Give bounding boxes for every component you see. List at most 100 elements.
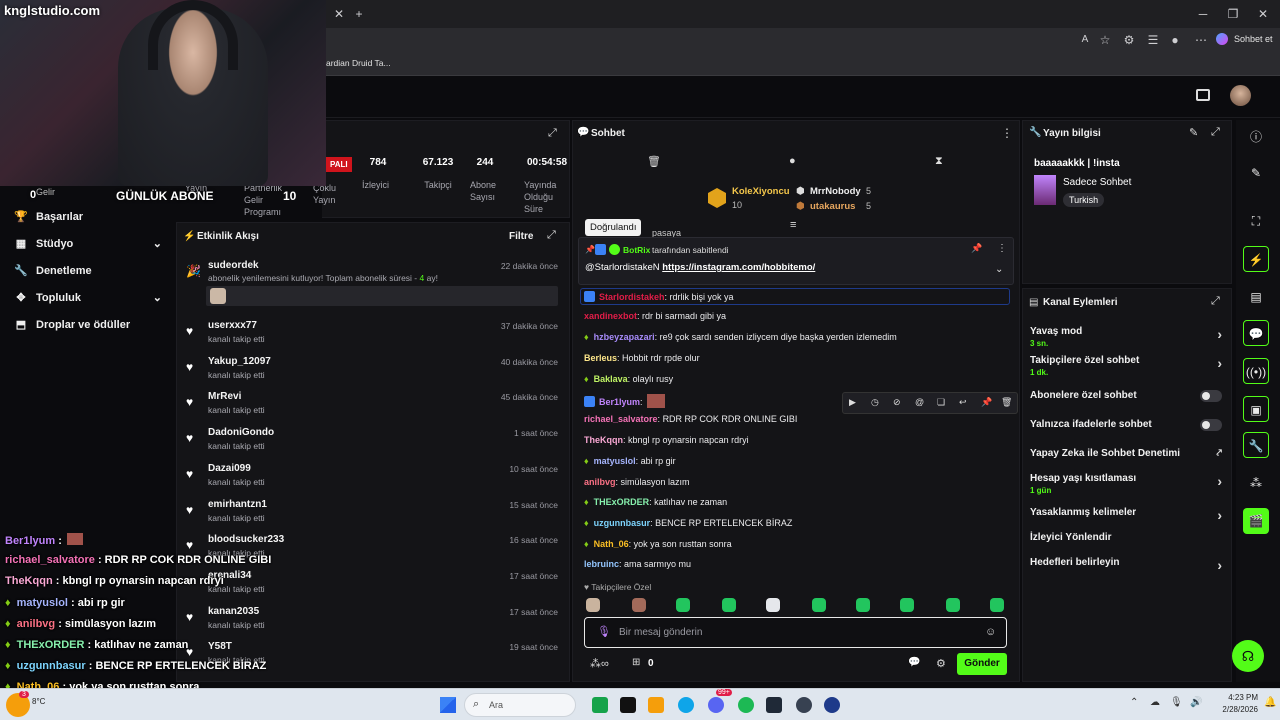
activity-user[interactable]: kanan2035 xyxy=(208,606,259,617)
channel-action-item[interactable]: Yasaklanmış kelimeler › xyxy=(1030,507,1226,523)
restore-icon[interactable]: ❐ xyxy=(1222,4,1244,24)
chat-username[interactable]: xandinexbot xyxy=(584,311,637,321)
chat-username[interactable]: matyuslol xyxy=(594,456,636,466)
sidebar-item-achievements[interactable]: 🏆 Başarılar xyxy=(14,210,83,224)
menu-lines-icon[interactable]: ≡ xyxy=(790,219,796,231)
emote-icon[interactable] xyxy=(766,598,780,612)
chat-message[interactable]: richael_salvatore: RDR RP COK RDR ONLINE… xyxy=(584,414,797,424)
chat-username[interactable]: TheKqqn xyxy=(584,435,623,445)
channel-action-item[interactable]: İzleyici Yönlendir xyxy=(1030,532,1226,543)
chat-mode-icon[interactable]: ● xyxy=(789,155,796,167)
activity-user[interactable]: emirhantzn1 xyxy=(208,499,267,510)
emote-icon[interactable] xyxy=(856,598,870,612)
emote-icon[interactable] xyxy=(900,598,914,612)
unpin-icon[interactable]: 📌 xyxy=(971,243,982,254)
settings-gear-icon[interactable]: ⚙ xyxy=(936,657,946,670)
trash-icon[interactable]: 🗑 xyxy=(647,155,661,168)
popout-icon[interactable]: ⤢ xyxy=(548,127,557,140)
discord-icon[interactable] xyxy=(708,697,724,713)
chat-message[interactable]: ♦ Nath_06: yok ya son rusttan sonra xyxy=(584,539,732,549)
emote-icon[interactable] xyxy=(586,598,600,612)
community-icon[interactable]: ⁂ xyxy=(1243,470,1269,496)
extensions-icon[interactable]: ⚙ xyxy=(1118,30,1140,50)
chat-username[interactable]: hzbeyzapazari xyxy=(594,332,655,342)
popout-icon[interactable]: ⤢ xyxy=(1211,295,1220,308)
chat-message[interactable]: xandinexbot: rdr bi sarmadı gibi ya xyxy=(584,311,726,321)
activity-user[interactable]: userxxx77 xyxy=(208,320,257,331)
chat-message[interactable]: lebruinc: ama sarmıyo mu xyxy=(584,559,691,569)
sidebar-item-community[interactable]: ✥ Topluluk ⌄ xyxy=(14,291,162,305)
sidebar-item-studio[interactable]: ▦ Stüdyo ⌄ xyxy=(14,237,162,251)
chat-username[interactable]: THExORDER xyxy=(594,497,650,507)
emote-icon[interactable] xyxy=(812,598,826,612)
lightning-icon[interactable]: ⚡ xyxy=(1243,246,1269,272)
chat-username[interactable]: anilbvg xyxy=(584,477,616,487)
chat-message[interactable]: ♦ hzbeyzapazari: re9 çok sardı senden izl… xyxy=(584,332,897,342)
pinned-by-user[interactable]: BotRix xyxy=(623,245,650,255)
more-icon[interactable]: ⋯ xyxy=(1190,30,1212,50)
info-icon[interactable]: ⓘ xyxy=(1243,124,1269,150)
chat-message[interactable]: TheKqqn: kbngl rp oynarsin napcan rdryi xyxy=(584,435,749,445)
emote-icon[interactable] xyxy=(990,598,1004,612)
filter-button[interactable]: Filtre xyxy=(509,231,533,242)
popout-icon[interactable]: ⤢ xyxy=(1211,126,1220,139)
chat-icon[interactable]: 💬 xyxy=(1243,320,1269,346)
edge-icon[interactable] xyxy=(678,697,694,713)
spotify-icon[interactable] xyxy=(738,697,754,713)
channel-action-item[interactable]: Yalnızca ifadelerle sohbet xyxy=(1030,419,1226,431)
speaker-icon[interactable]: 🔊 xyxy=(1190,697,1202,708)
chevron-down-icon[interactable]: ⌄ xyxy=(153,237,162,250)
pinned-more-icon[interactable]: ⋮ xyxy=(997,243,1007,254)
tray-chevron-icon[interactable]: ⌃ xyxy=(1130,697,1138,708)
emoji-icon[interactable]: ☺ xyxy=(985,626,996,638)
chevron-right-icon[interactable]: › xyxy=(1217,507,1222,523)
pin-message-icon[interactable]: 📌 xyxy=(981,397,992,408)
copilot-label[interactable]: Sohbet et xyxy=(1234,34,1273,44)
chat-message[interactable]: Berleus: Hobbit rdr rpde olur xyxy=(584,353,700,363)
chat-username[interactable]: Ber1lyum xyxy=(599,397,640,407)
user-avatar[interactable] xyxy=(1230,85,1251,106)
profile-icon[interactable]: ● xyxy=(1164,30,1186,50)
obs-icon[interactable] xyxy=(796,697,812,713)
chat-message[interactable]: ♦ THExORDER: katlıhav ne zaman xyxy=(584,497,727,507)
delete-message-icon[interactable]: 🗑 xyxy=(1001,397,1012,408)
clock-date[interactable]: 2/28/2026 xyxy=(1202,705,1258,714)
activity-user[interactable]: MrRevi xyxy=(208,391,241,402)
chevron-right-icon[interactable]: › xyxy=(1217,473,1222,489)
tray-app-icon[interactable]: ☁ xyxy=(1150,697,1160,708)
support-headset-icon[interactable]: ☊ xyxy=(1232,640,1264,672)
channel-action-item[interactable]: Takipçilere özel sohbet 1 dk. › xyxy=(1030,355,1226,377)
chat-username[interactable]: Berleus xyxy=(584,353,617,363)
read-aloud-icon[interactable]: A xyxy=(1074,30,1096,50)
chat-username[interactable]: Nath_06 xyxy=(594,539,629,549)
chevron-down-icon[interactable]: ⌄ xyxy=(995,264,1003,275)
terminal-icon[interactable] xyxy=(766,697,782,713)
chevron-right-icon[interactable]: › xyxy=(1217,557,1222,573)
edit-icon[interactable]: ✎ xyxy=(1243,160,1269,186)
steam-icon[interactable] xyxy=(824,697,840,713)
channel-action-item[interactable]: Hesap yaşı kısıtlaması 1 gün › xyxy=(1030,473,1226,495)
chat-settings-bubble-icon[interactable]: 💬 xyxy=(908,657,920,668)
activity-user[interactable]: Y58T xyxy=(208,641,232,652)
layout-icon[interactable]: ▣ xyxy=(1243,396,1269,422)
close-tab-icon[interactable]: ✕ xyxy=(328,4,350,24)
edit-pencil-icon[interactable]: ✎ xyxy=(1189,126,1198,139)
play-icon[interactable]: ▶ xyxy=(849,397,856,408)
chat-message[interactable]: ♦ uzgunnbasur: BENCE RP ERTELENCEK BİRAZ xyxy=(584,518,792,528)
taskbar-search[interactable]: ⌕ Ara xyxy=(464,693,576,717)
gift-points-icon[interactable]: ⊞ xyxy=(632,657,640,668)
leader-1-user[interactable]: KoleXiyoncu xyxy=(732,186,790,197)
toggle-switch[interactable] xyxy=(1200,419,1222,431)
external-link-icon[interactable]: ⤤ xyxy=(1216,448,1222,459)
popout-icon[interactable]: ⤢ xyxy=(547,229,556,242)
channel-action-item[interactable]: Hedefleri belirleyin › xyxy=(1030,557,1226,573)
chevron-right-icon[interactable]: › xyxy=(1217,326,1222,342)
broadcast-icon[interactable]: ((•)) xyxy=(1243,358,1269,384)
microphone-icon[interactable]: 🎙 xyxy=(597,625,611,638)
category-thumbnail[interactable] xyxy=(1034,175,1056,205)
favorite-star-icon[interactable]: ☆ xyxy=(1094,30,1116,50)
screenshot-icon[interactable]: ⛶ xyxy=(1243,208,1269,234)
emote-icon[interactable] xyxy=(722,598,736,612)
clapper-icon[interactable]: 🎬 xyxy=(1243,508,1269,534)
document-icon[interactable]: ▤ xyxy=(1243,284,1269,310)
